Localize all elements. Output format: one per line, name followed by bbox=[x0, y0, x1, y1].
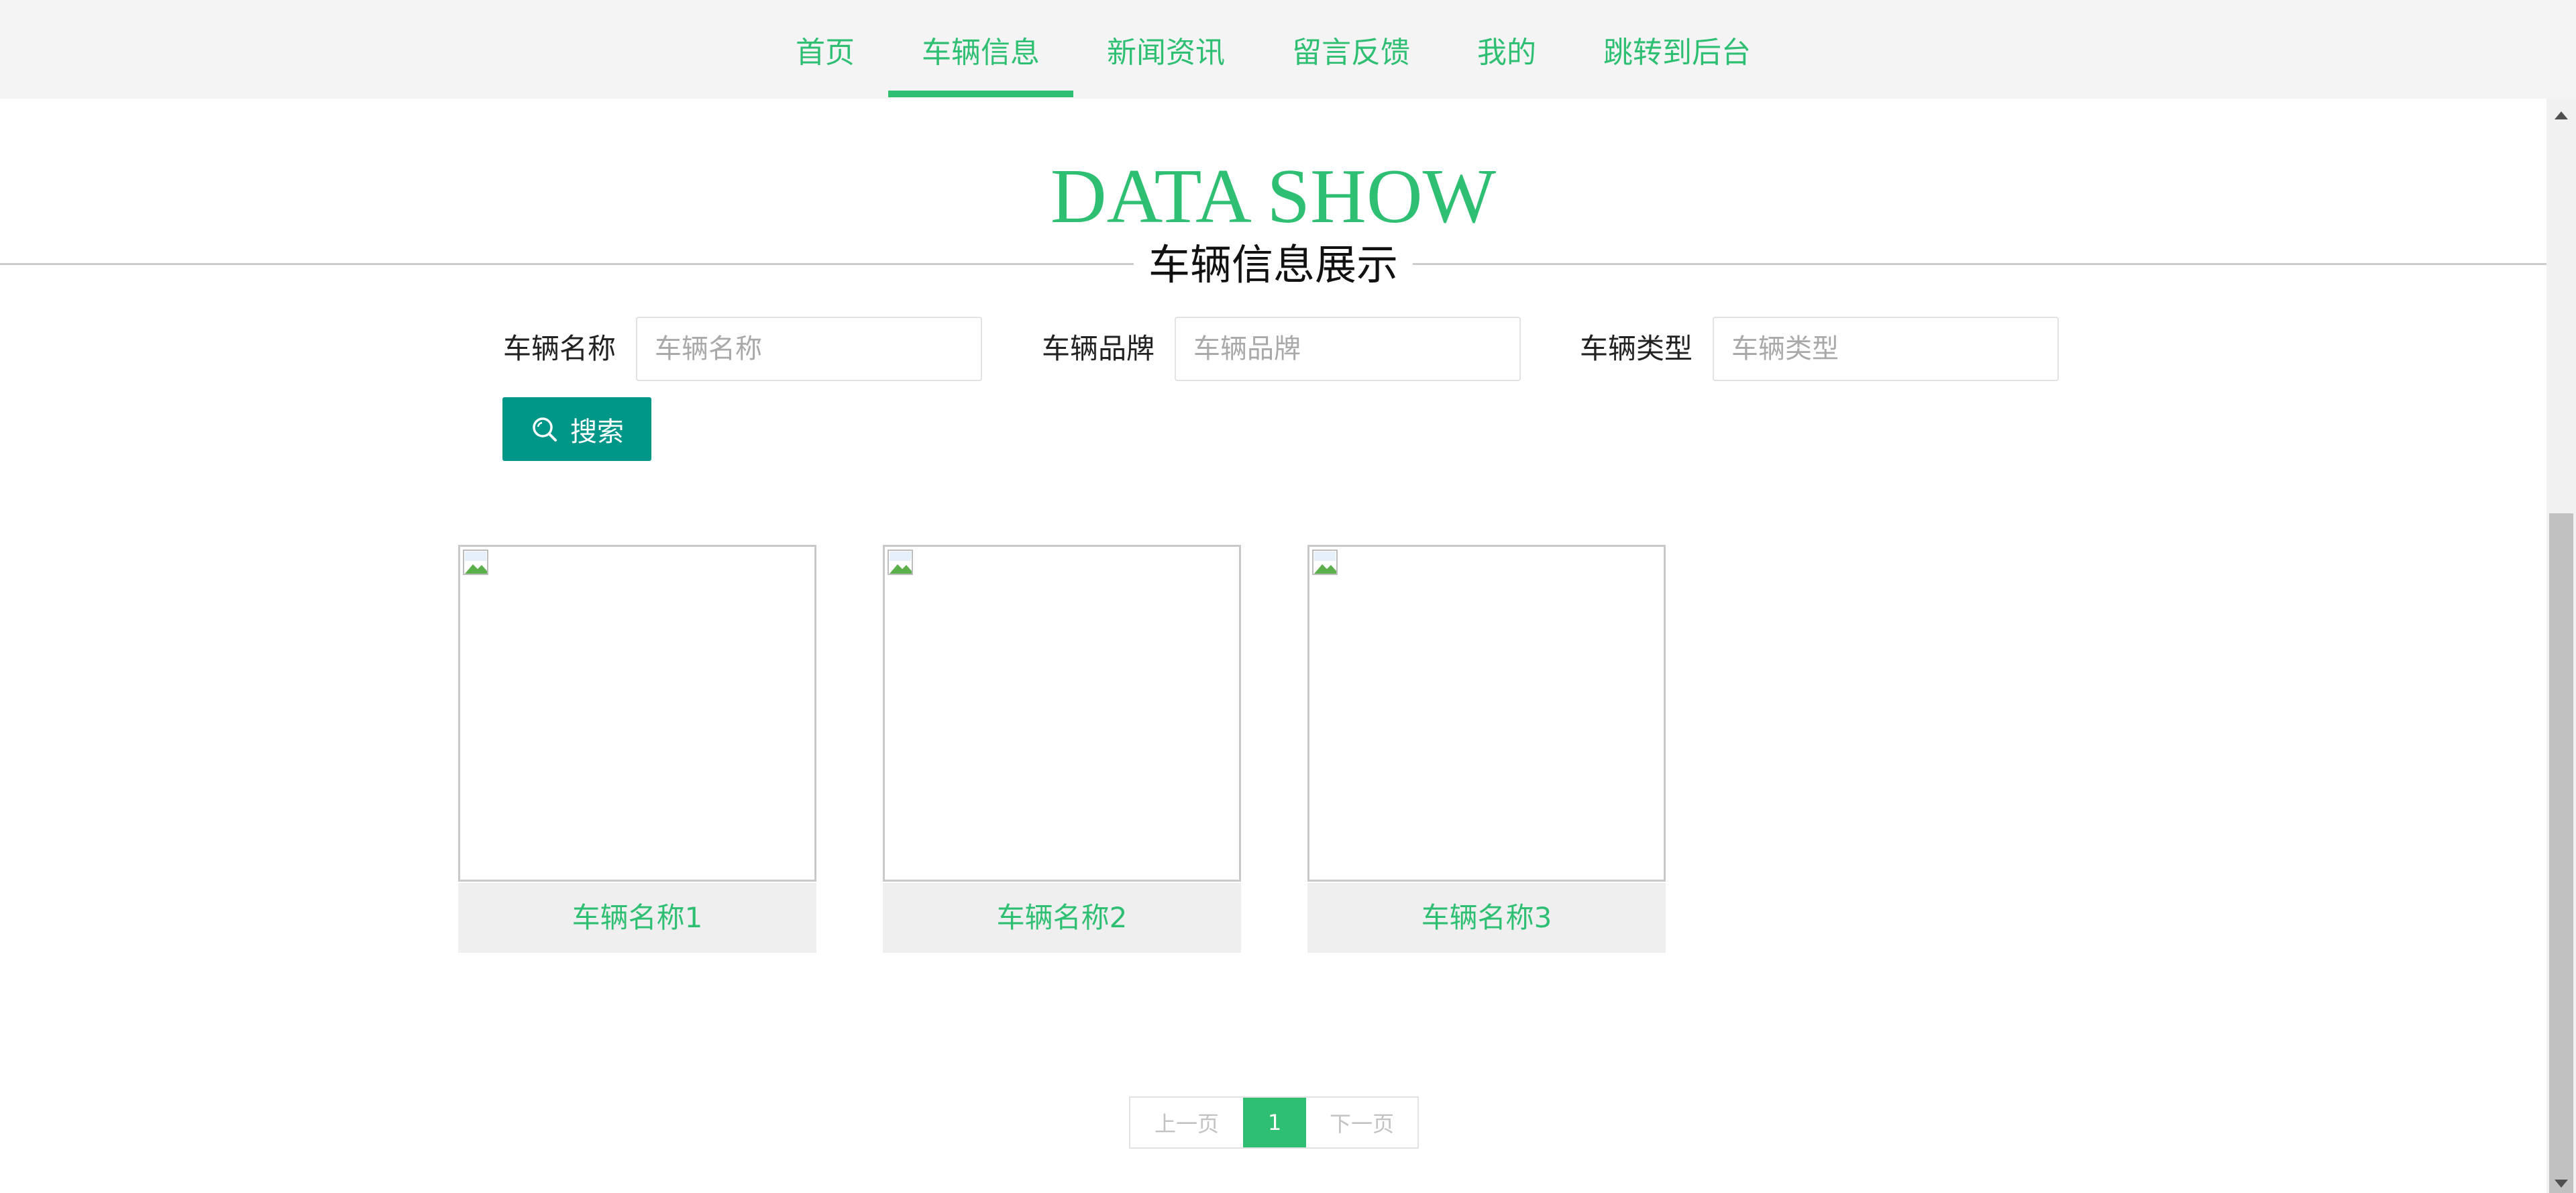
vehicle-card[interactable]: 车辆名称1 bbox=[458, 545, 816, 953]
search-button[interactable]: 搜索 bbox=[502, 397, 651, 461]
nav-item-feedback[interactable]: 留言反馈 bbox=[1258, 0, 1444, 99]
nav-item-mine[interactable]: 我的 bbox=[1444, 0, 1570, 99]
vehicle-brand-input[interactable] bbox=[1175, 317, 1521, 381]
vehicle-image[interactable] bbox=[458, 545, 816, 882]
vehicle-card[interactable]: 车辆名称3 bbox=[1307, 545, 1666, 953]
vertical-scrollbar[interactable] bbox=[2546, 99, 2576, 1193]
scrollbar-thumb[interactable] bbox=[2549, 513, 2573, 1193]
search-button-label: 搜索 bbox=[570, 416, 624, 448]
vehicle-name-label: 车辆名称 bbox=[503, 332, 616, 365]
vehicle-image[interactable] bbox=[1307, 545, 1666, 882]
nav-menu: 首页 车辆信息 新闻资讯 留言反馈 我的 跳转到后台 bbox=[0, 0, 2546, 99]
vehicle-name-link[interactable]: 车辆名称1 bbox=[458, 883, 816, 953]
nav-item-news[interactable]: 新闻资讯 bbox=[1073, 0, 1258, 99]
nav-item-admin[interactable]: 跳转到后台 bbox=[1570, 0, 1784, 99]
pagination: 上一页 1 下一页 bbox=[1129, 1096, 1419, 1149]
vehicle-image[interactable] bbox=[883, 545, 1241, 882]
broken-image-icon bbox=[463, 550, 488, 575]
scroll-up-arrow-icon[interactable] bbox=[2546, 105, 2576, 125]
vehicle-brand-label: 车辆品牌 bbox=[1042, 332, 1155, 365]
vehicle-card[interactable]: 车辆名称2 bbox=[883, 545, 1241, 953]
vehicle-name-input[interactable] bbox=[636, 317, 982, 381]
current-page-number[interactable]: 1 bbox=[1243, 1098, 1306, 1147]
prev-page-button[interactable]: 上一页 bbox=[1130, 1098, 1243, 1147]
vehicle-type-label: 车辆类型 bbox=[1580, 332, 1693, 365]
next-page-button[interactable]: 下一页 bbox=[1306, 1098, 1417, 1147]
section-title-chinese: 车辆信息展示 bbox=[1134, 238, 1413, 292]
search-icon bbox=[533, 417, 557, 442]
broken-image-icon bbox=[1312, 550, 1338, 575]
broken-image-icon bbox=[888, 550, 913, 575]
vehicle-name-link[interactable]: 车辆名称2 bbox=[883, 883, 1241, 953]
section-title-english: DATA SHOW bbox=[1050, 154, 1497, 240]
scroll-down-arrow-icon[interactable] bbox=[2546, 1176, 2576, 1192]
nav-item-vehicle-info[interactable]: 车辆信息 bbox=[888, 0, 1073, 99]
vehicle-name-link[interactable]: 车辆名称3 bbox=[1307, 883, 1666, 953]
top-navigation: 首页 车辆信息 新闻资讯 留言反馈 我的 跳转到后台 bbox=[0, 0, 2576, 99]
vehicle-type-input[interactable] bbox=[1713, 317, 2059, 381]
nav-item-home[interactable]: 首页 bbox=[762, 0, 888, 99]
